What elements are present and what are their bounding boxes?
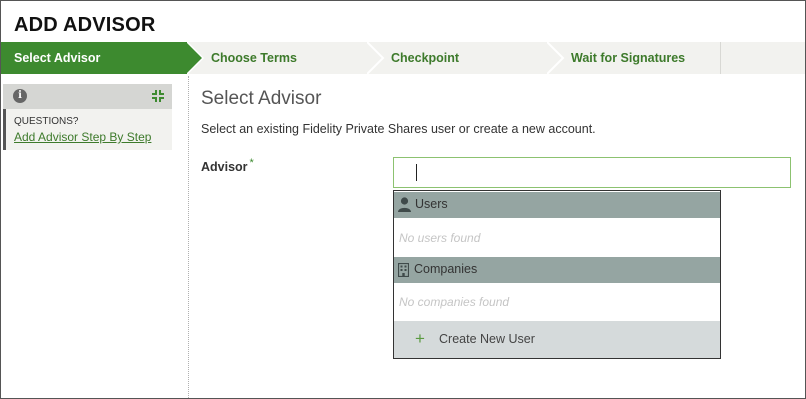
step-separator [187,42,207,74]
advisor-field-label: Advisor * [201,157,254,174]
companies-group-header: Companies [394,257,720,283]
step-select-advisor[interactable]: Select Advisor [1,42,187,74]
companies-group-label: Companies [414,262,478,276]
create-new-user-option[interactable]: + Create New User [394,321,720,358]
no-companies-message: No companies found [399,295,510,309]
content-divider [188,76,189,398]
sidebar-accent [3,109,6,150]
advisor-dropdown: Users No users found Companies No compan… [393,190,721,359]
users-group-header: Users [394,192,720,218]
person-icon [398,197,411,212]
required-marker: * [249,157,254,169]
info-icon: i [13,89,27,103]
step-separator [547,42,567,74]
step-end-divider [720,42,721,74]
help-sidebar: i QUESTIONS? Add Advisor Step By Step [3,84,172,150]
step-checkpoint[interactable]: Checkpoint [391,42,459,74]
step-wait-for-signatures[interactable]: Wait for Signatures [571,42,685,74]
wizard-stepper: Select Advisor Choose Terms Checkpoint W… [1,42,805,74]
questions-label: QUESTIONS? [14,116,79,127]
advisor-label-text: Advisor [201,160,248,174]
section-description: Select an existing Fidelity Private Shar… [201,122,596,136]
users-group-label: Users [415,197,448,211]
building-icon [397,262,410,278]
step-choose-terms[interactable]: Choose Terms [211,42,297,74]
create-new-user-label: Create New User [439,332,535,346]
compress-icon[interactable] [150,88,166,104]
plus-icon: + [415,329,425,348]
no-users-message: No users found [399,231,481,245]
help-link[interactable]: Add Advisor Step By Step [14,130,151,144]
step-separator [367,42,387,74]
page-title: ADD ADVISOR [14,14,156,36]
advisor-search-input[interactable] [393,157,791,188]
sidebar-header: i [3,84,172,109]
text-caret [416,164,417,181]
section-title: Select Advisor [201,88,322,109]
